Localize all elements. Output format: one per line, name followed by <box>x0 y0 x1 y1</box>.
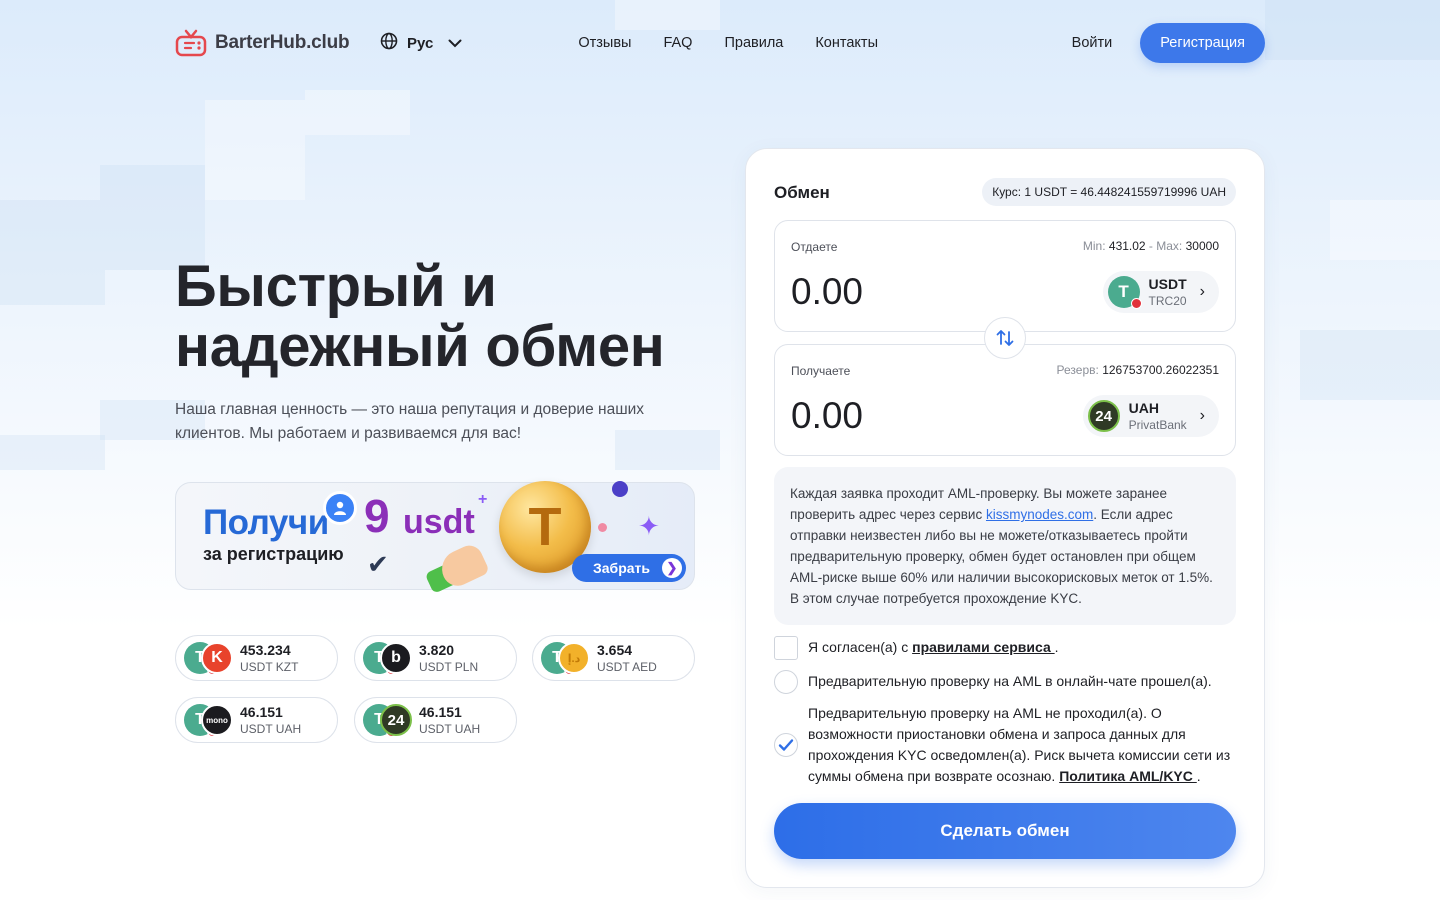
min-label: Min: <box>1082 239 1106 253</box>
main-nav: Отзывы FAQ Правила Контакты <box>578 35 878 51</box>
rate-pair: USDT KZT <box>240 659 299 674</box>
hero-title: Быстрый и надежный обмен <box>175 254 665 379</box>
give-label: Отдаете <box>791 240 838 254</box>
max-label: Max: <box>1156 239 1183 253</box>
service-rules-link[interactable]: правилами сервиса <box>912 639 1055 655</box>
get-amount-input[interactable]: 0.00 <box>791 395 863 437</box>
auth-controls: Войти Регистрация <box>1072 23 1265 63</box>
logo[interactable]: BarterHub.club <box>175 29 375 57</box>
agree-text: Я согласен(а) с <box>808 639 913 655</box>
trc20-badge-icon <box>1130 298 1142 309</box>
chevron-right-icon: ❯ <box>662 558 682 578</box>
nav-reviews-link[interactable]: Отзывы <box>578 35 631 51</box>
rate-value: 453.234 <box>240 641 291 658</box>
give-panel: Отдаете Min: 431.02 - Max: 30000 0.00 T … <box>774 220 1236 332</box>
nav-rules-link[interactable]: Правила <box>724 35 783 51</box>
sparkle-icon: + <box>478 491 488 508</box>
checkmark-icon <box>778 739 794 751</box>
rate-pair: USDT UAH <box>419 721 481 736</box>
register-button[interactable]: Регистрация <box>1140 23 1265 63</box>
claim-bonus-label: Забрать <box>593 560 651 576</box>
swap-arrows-icon <box>996 330 1014 346</box>
rate-chip[interactable]: T K 453.234 USDT KZT <box>175 635 338 681</box>
privatbank-icon: 24 <box>1087 400 1120 432</box>
reserve-value: 126753700.26022351 <box>1102 363 1219 377</box>
swap-currencies-button[interactable] <box>984 317 1026 359</box>
chevron-down-icon <box>448 35 462 52</box>
limits-separator: - <box>1145 239 1157 253</box>
rate-chip[interactable]: Tmono 46.151 USDT UAH <box>175 697 338 743</box>
aml-not-passed-period: . <box>1196 768 1201 784</box>
promo-title: Получи <box>203 503 329 542</box>
get-currency-network: PrivatBank <box>1128 417 1187 432</box>
login-link[interactable]: Войти <box>1072 35 1113 51</box>
kzt-bank-icon: K <box>201 642 233 674</box>
exchange-form: Обмен Курс: 1 USDT = 46.448241559719996 … <box>745 148 1265 888</box>
give-currency-network: TRC20 <box>1148 293 1187 308</box>
checkmark-icon: ✔ <box>367 549 389 579</box>
aml-not-passed-option: Предварительную проверку на AML не прохо… <box>774 703 1236 787</box>
aml-kyc-policy-link[interactable]: Политика AML/KYC <box>1059 768 1197 784</box>
rate-pair: USDT UAH <box>240 721 302 736</box>
exchange-title: Обмен <box>774 183 830 202</box>
monobank-icon: mono <box>201 704 233 736</box>
hero-subtitle: Наша главная ценность — это наша репутац… <box>175 401 645 442</box>
registration-promo-banner[interactable]: Получи за регистрацию 9 usdt ✔ + T ✦ Заб… <box>175 481 695 594</box>
exchange-rate-badge: Курс: 1 USDT = 46.448241559719996 UAH <box>982 178 1236 206</box>
aed-coin-icon: د.إ <box>558 642 590 674</box>
site-header: BarterHub.club Рус Отзывы FAQ Правила Ко… <box>175 22 1265 64</box>
nav-faq-link[interactable]: FAQ <box>663 35 692 51</box>
aml-passed-option: Предварительную проверку на AML в онлайн… <box>774 670 1236 694</box>
max-value: 30000 <box>1185 239 1219 253</box>
chevron-right-icon: › <box>1199 283 1205 300</box>
submit-exchange-button[interactable]: Сделать обмен <box>774 803 1236 859</box>
claim-bonus-button[interactable]: Забрать ❯ <box>572 554 686 582</box>
get-label: Получаете <box>791 364 851 378</box>
aml-notice: Каждая заявка проходит AML-проверку. Вы … <box>774 467 1236 625</box>
rate-pair: USDT PLN <box>419 659 479 674</box>
kissmynodes-link[interactable]: kissmynodes.com <box>986 507 1093 522</box>
rate-value: 3.654 <box>597 641 633 658</box>
rate-value: 46.151 <box>240 703 283 720</box>
user-icon <box>323 491 357 525</box>
min-value: 431.02 <box>1108 239 1146 253</box>
promo-amount: 9 <box>364 490 390 542</box>
aml-passed-label: Предварительную проверку на AML в онлайн… <box>808 673 1212 689</box>
language-selector[interactable]: Рус <box>380 32 462 54</box>
nav-contacts-link[interactable]: Контакты <box>815 35 878 51</box>
decor-dot <box>598 523 607 532</box>
rate-value: 46.151 <box>419 703 462 720</box>
rate-pair: USDT AED <box>597 659 657 674</box>
pln-bank-icon: b <box>380 642 412 674</box>
globe-icon <box>380 32 398 54</box>
logo-text: BarterHub.club <box>215 32 350 53</box>
promo-unit: usdt <box>403 503 475 541</box>
reserve-label: Резерв: <box>1056 363 1099 377</box>
give-currency-code: USDT <box>1148 275 1187 292</box>
decor-dot <box>612 481 628 497</box>
rate-chip[interactable]: T 24 46.151 USDT UAH <box>354 697 517 743</box>
give-amount-input[interactable]: 0.00 <box>791 271 863 313</box>
language-label: Рус <box>407 34 434 52</box>
agree-period: . <box>1054 639 1059 655</box>
get-currency-code: UAH <box>1128 399 1159 416</box>
aml-not-passed-radio[interactable] <box>774 733 798 757</box>
chevron-right-icon: › <box>1199 407 1205 424</box>
privatbank-icon: 24 <box>380 704 412 736</box>
rate-chip[interactable]: Tb 3.820 USDT PLN <box>354 635 517 681</box>
promo-subtitle: за регистрацию <box>203 544 344 564</box>
aml-passed-radio[interactable] <box>774 670 798 694</box>
usdt-icon: T <box>1107 276 1142 309</box>
get-currency-selector[interactable]: 24 UAH PrivatBank › <box>1082 395 1219 437</box>
rate-chip[interactable]: T د.إ 3.654 USDT AED <box>532 635 695 681</box>
agree-rules-option: Я согласен(а) с правилами сервиса . <box>774 636 1236 660</box>
get-panel: Получаете Резерв: 126753700.26022351 0.0… <box>774 344 1236 456</box>
rate-value: 3.820 <box>419 641 455 658</box>
reserve: Резерв: 126753700.26022351 <box>1057 363 1219 377</box>
sparkle-icon: ✦ <box>638 511 660 541</box>
agree-rules-checkbox[interactable] <box>774 636 798 660</box>
give-currency-selector[interactable]: T USDT TRC20 › <box>1102 271 1219 313</box>
tv-logo-icon <box>175 29 207 57</box>
give-limits: Min: 431.02 - Max: 30000 <box>1083 239 1219 253</box>
